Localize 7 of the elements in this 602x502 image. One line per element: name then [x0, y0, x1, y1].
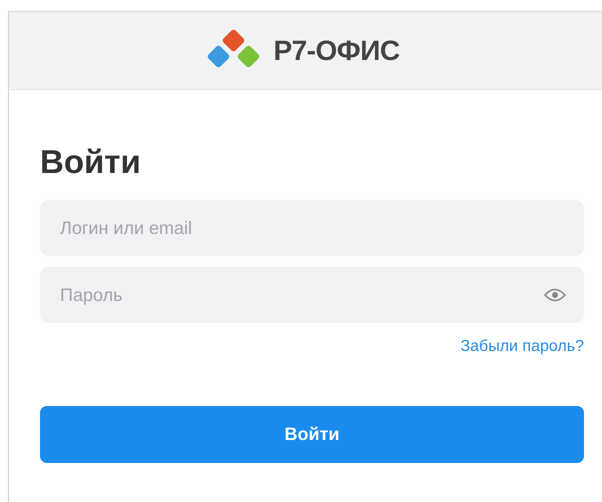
forgot-password-link[interactable]: Забыли пароль?	[460, 338, 584, 356]
password-field[interactable]: Пароль	[40, 267, 584, 323]
eye-icon[interactable]	[544, 287, 566, 303]
page-title: Войти	[40, 142, 142, 182]
logo-text: Р7-ОФИС	[273, 34, 400, 66]
login-field[interactable]: Логин или email	[40, 200, 584, 256]
login-button[interactable]: Войти	[40, 406, 584, 463]
